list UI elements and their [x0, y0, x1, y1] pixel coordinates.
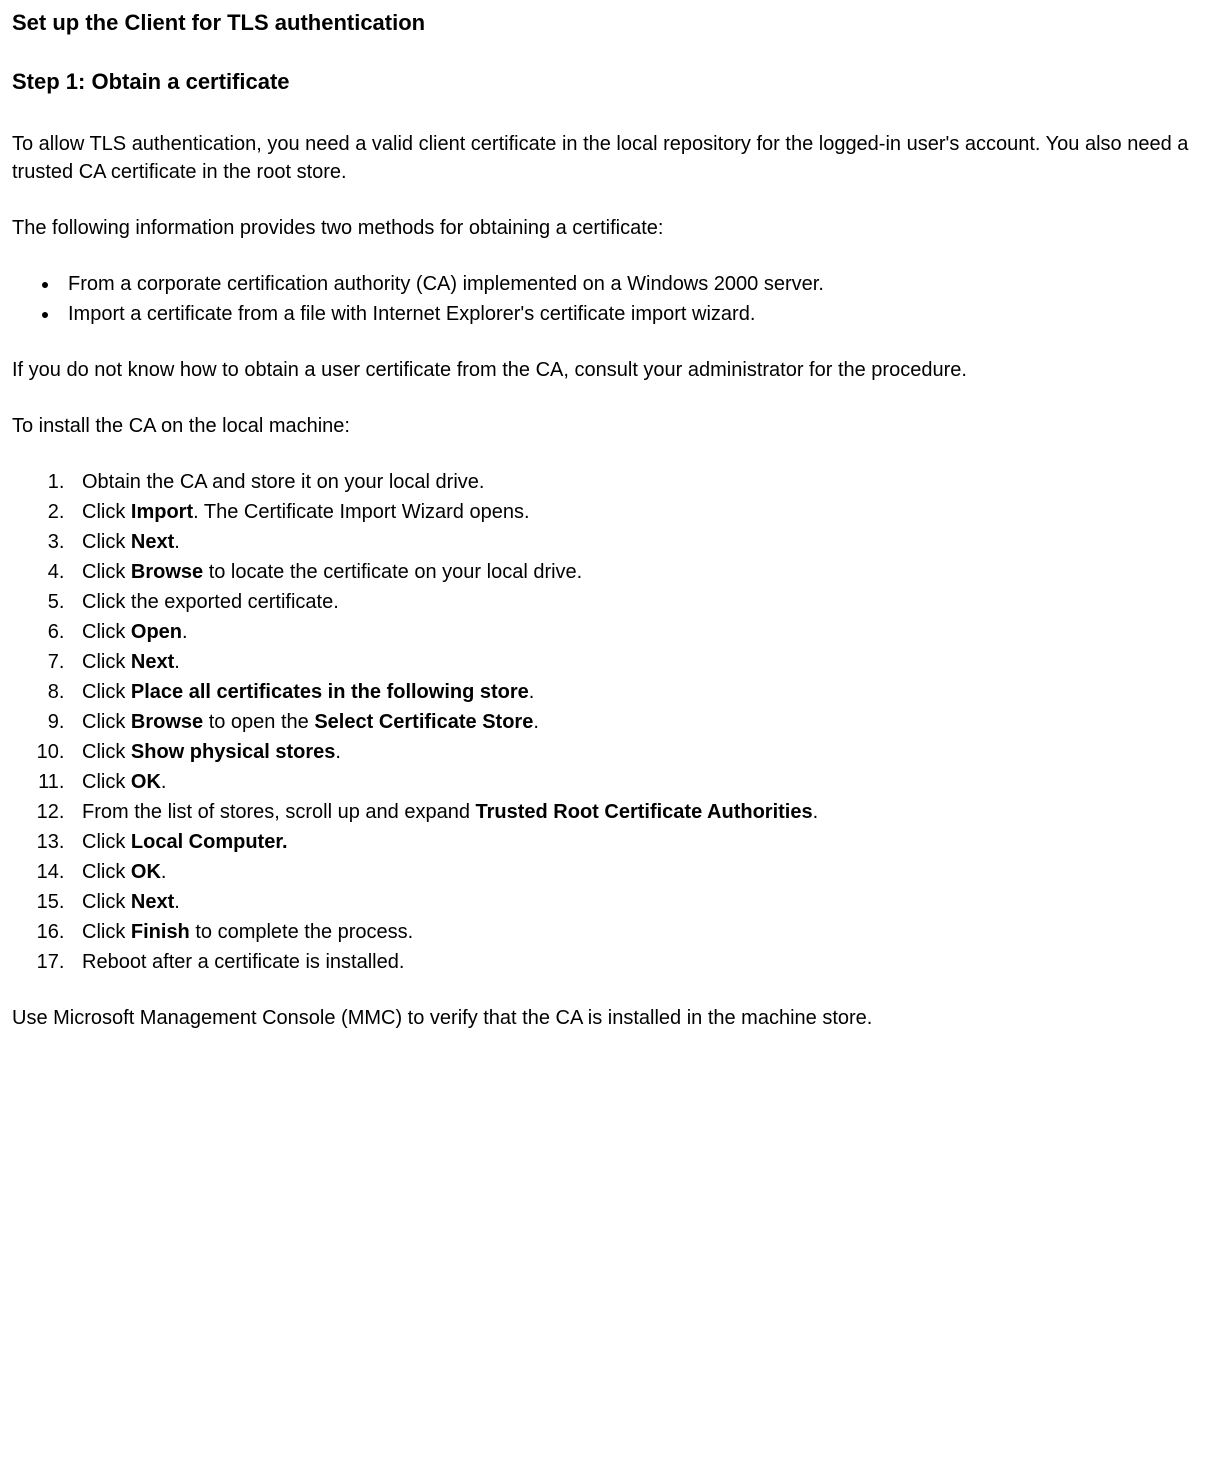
- bold-term: Next: [131, 891, 174, 913]
- methods-list: From a corporate certification authority…: [12, 270, 1220, 328]
- bold-term: OK: [131, 771, 161, 793]
- bold-term: Next: [131, 531, 174, 553]
- closing-paragraph: Use Microsoft Management Console (MMC) t…: [12, 1004, 1220, 1032]
- step-item: Click Show physical stores.: [70, 738, 1220, 766]
- page-title: Set up the Client for TLS authentication: [12, 8, 1220, 39]
- step-heading: Step 1: Obtain a certificate: [12, 67, 1220, 98]
- step-item: Click OK.: [70, 768, 1220, 796]
- install-intro: To install the CA on the local machine:: [12, 412, 1220, 440]
- intro-paragraph-1: To allow TLS authentication, you need a …: [12, 130, 1220, 186]
- step-item: Click Import. The Certificate Import Wiz…: [70, 498, 1220, 526]
- step-item: Click Place all certificates in the foll…: [70, 678, 1220, 706]
- bold-term: Place all certificates in the following …: [131, 681, 529, 703]
- step-item: Click Next.: [70, 888, 1220, 916]
- step-item: Click Finish to complete the process.: [70, 918, 1220, 946]
- step-item: Click OK.: [70, 858, 1220, 886]
- step-item: Click Local Computer.: [70, 828, 1220, 856]
- step-item: From the list of stores, scroll up and e…: [70, 798, 1220, 826]
- step-item: Click Open.: [70, 618, 1220, 646]
- install-steps: Obtain the CA and store it on your local…: [12, 468, 1220, 976]
- bold-term: Next: [131, 651, 174, 673]
- admin-note: If you do not know how to obtain a user …: [12, 356, 1220, 384]
- bold-term: Select Certificate Store: [314, 711, 533, 733]
- bold-term: Browse: [131, 711, 203, 733]
- bold-term: Import: [131, 501, 193, 523]
- bold-term: Local Computer.: [131, 831, 288, 853]
- step-item: Click the exported certificate.: [70, 588, 1220, 616]
- bold-term: Browse: [131, 561, 203, 583]
- step-item: Click Next.: [70, 528, 1220, 556]
- step-item: Obtain the CA and store it on your local…: [70, 468, 1220, 496]
- bold-term: Show physical stores: [131, 741, 336, 763]
- step-item: Click Browse to locate the certificate o…: [70, 558, 1220, 586]
- bold-term: OK: [131, 861, 161, 883]
- step-item: Click Browse to open the Select Certific…: [70, 708, 1220, 736]
- bold-term: Finish: [131, 921, 190, 943]
- step-item: Click Next.: [70, 648, 1220, 676]
- bold-term: Open: [131, 621, 182, 643]
- step-item: Reboot after a certificate is installed.: [70, 948, 1220, 976]
- bold-term: Trusted Root Certificate Authorities: [476, 801, 813, 823]
- list-item: From a corporate certification authority…: [60, 270, 1220, 298]
- intro-paragraph-2: The following information provides two m…: [12, 214, 1220, 242]
- list-item: Import a certificate from a file with In…: [60, 300, 1220, 328]
